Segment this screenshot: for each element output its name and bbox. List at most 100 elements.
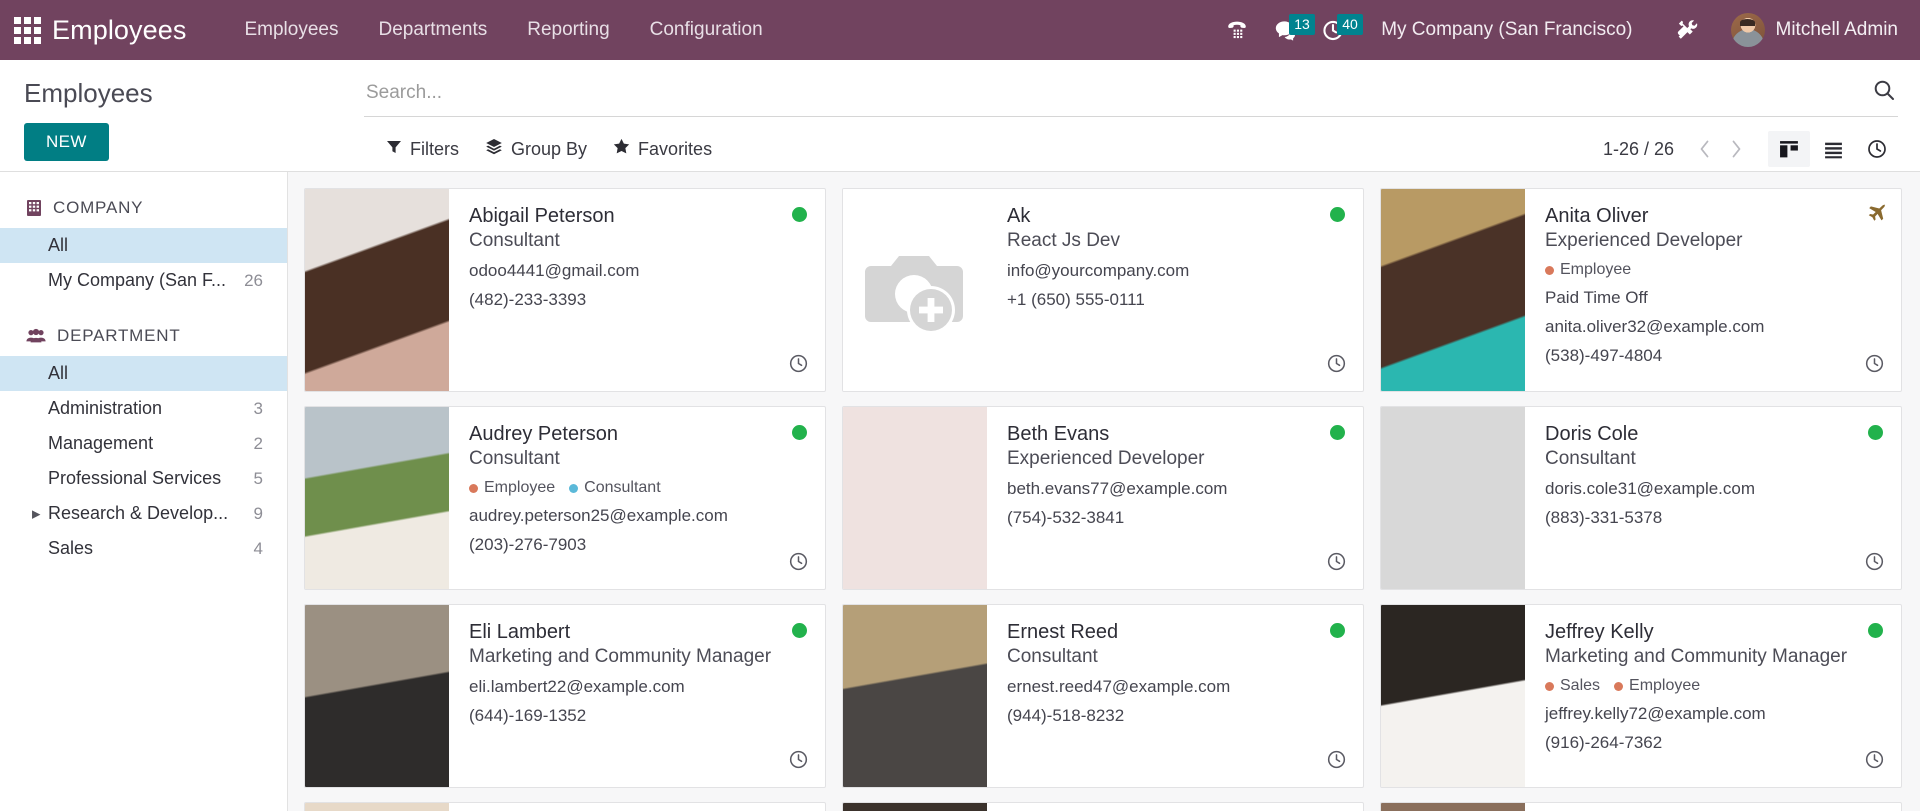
sidebar-company-all[interactable]: All (0, 228, 287, 263)
sidebar-item-label: Administration (48, 398, 163, 418)
activity-clock-icon[interactable] (788, 749, 809, 775)
employee-card[interactable]: Ak React Js Dev info@yourcompany.com +1 (65… (842, 188, 1364, 392)
view-kanban-button[interactable] (1768, 131, 1810, 167)
sidebar-company-my-company[interactable]: My Company (San F... 26 (0, 263, 287, 298)
pager-next-button[interactable] (1722, 134, 1750, 164)
employee-card[interactable]: Ernest Reed Consultant ernest.reed47@examp… (842, 604, 1364, 788)
employee-name: Doris Cole (1545, 423, 1639, 445)
groupby-label: Group By (511, 138, 588, 159)
employee-name: Beth Evans (1007, 423, 1110, 445)
tools-icon[interactable] (1665, 8, 1709, 52)
employee-phone: (482)-233-3393 (469, 290, 587, 309)
employee-job-title: Marketing and Community Manager (1545, 646, 1848, 667)
activity-clock-icon[interactable] (788, 551, 809, 577)
view-list-button[interactable] (1812, 131, 1854, 167)
employee-photo (305, 189, 449, 391)
status-badge (1868, 425, 1883, 440)
sidebar: COMPANY All My Company (San F... 26 DEPA… (0, 172, 288, 811)
employee-tag: Consultant (569, 479, 661, 497)
activity-clock-icon[interactable] (1326, 353, 1347, 379)
apps-grid-icon[interactable] (10, 13, 44, 47)
sidebar-item-count: 4 (253, 538, 263, 558)
activity-clock-icon[interactable] (1864, 551, 1885, 577)
employee-card[interactable]: Eli Lambert Marketing and Community Manag… (304, 604, 826, 788)
employee-photo (843, 605, 987, 787)
menu-item-configuration[interactable]: Configuration (630, 11, 783, 49)
employee-phone: (644)-169-1352 (469, 706, 587, 725)
favorites-label: Favorites (638, 138, 713, 159)
sidebar-department-management[interactable]: Management 2 (0, 426, 287, 461)
employee-phone: (203)-276-7903 (469, 535, 587, 554)
main-content: COMPANY All My Company (San F... 26 DEPA… (0, 172, 1920, 811)
star-icon (613, 138, 630, 160)
view-activity-button[interactable] (1856, 131, 1898, 167)
employee-phone: (883)-331-5378 (1545, 508, 1663, 527)
sidebar-department-administration[interactable]: Administration 3 (0, 391, 287, 426)
pager: 1-26 / 26 (1603, 134, 1750, 164)
sidebar-section-company: COMPANY (0, 186, 287, 228)
employee-phone: (916)-264-7362 (1545, 733, 1663, 752)
employee-card[interactable]: Anita Oliver Experienced Developer Employe… (1380, 188, 1902, 392)
employee-job-title: Consultant (469, 448, 560, 469)
app-brand-title[interactable]: Employees (52, 15, 186, 46)
employee-card[interactable]: Doris Cole Consultant doris.cole31@example… (1380, 406, 1902, 590)
activity-clock-icon[interactable] (788, 353, 809, 379)
menu-item-departments[interactable]: Departments (358, 11, 507, 49)
sidebar-department-professional-services[interactable]: Professional Services 5 (0, 461, 287, 496)
user-menu[interactable]: Mitchell Admin (1723, 13, 1898, 47)
sidebar-item-label: My Company (San F... (48, 270, 227, 290)
status-badge (1868, 623, 1883, 638)
employee-card[interactable]: Abigail Peterson Consultant odoo4441@gmail… (304, 188, 826, 392)
activity-clock-icon[interactable] (1326, 551, 1347, 577)
employee-job-title: Consultant (1007, 646, 1098, 667)
employee-card[interactable]: Keith Byrd (842, 802, 1364, 811)
activity-clock-icon[interactable] (1326, 749, 1347, 775)
status-badge (792, 207, 807, 222)
filter-icon (386, 139, 402, 160)
messages-icon[interactable]: 13 (1263, 8, 1315, 52)
menu-item-reporting[interactable]: Reporting (507, 11, 629, 49)
employee-name: Jeffrey Kelly (1545, 621, 1654, 643)
employee-card[interactable]: Jennie Fletcher (304, 802, 826, 811)
tag-label: Consultant (584, 479, 661, 496)
activities-clock-icon[interactable]: 40 (1311, 8, 1363, 52)
pager-previous-button[interactable] (1690, 134, 1718, 164)
employee-email: audrey.peterson25@example.com (469, 506, 728, 525)
favorites-dropdown[interactable]: Favorites (613, 138, 712, 160)
sidebar-department-sales[interactable]: Sales 4 (0, 531, 287, 566)
employee-name: Abigail Peterson (469, 205, 615, 227)
sidebar-item-label: Professional Services (48, 468, 222, 488)
filters-label: Filters (410, 138, 459, 159)
filters-dropdown[interactable]: Filters (386, 139, 459, 160)
chevron-right-icon[interactable]: ▶ (32, 507, 40, 520)
employee-card[interactable]: Marc Demo (1380, 802, 1902, 811)
status-badge (792, 623, 807, 638)
employee-email: doris.cole31@example.com (1545, 479, 1756, 498)
employee-photo (1381, 407, 1525, 589)
employee-photo (1381, 189, 1525, 391)
employee-card[interactable]: Audrey Peterson Consultant Employee Consult… (304, 406, 826, 590)
employee-tags: Employee Consultant (469, 479, 807, 497)
search-input[interactable] (366, 81, 1862, 104)
activity-clock-icon[interactable] (1864, 353, 1885, 379)
employee-card[interactable]: Beth Evans Experienced Developer beth.evan… (842, 406, 1364, 590)
employee-card-body: Ak React Js Dev info@yourcompany.com +1 (65… (987, 189, 1363, 391)
employee-job-title: Consultant (469, 230, 560, 251)
employee-card-body: Jeffrey Kelly Marketing and Community Man… (1525, 605, 1901, 787)
status-badge (1330, 207, 1345, 222)
dialpad-phone-icon[interactable] (1215, 8, 1259, 52)
view-switcher (1768, 131, 1898, 167)
new-button[interactable]: NEW (24, 123, 109, 161)
sidebar-department-research-development[interactable]: ▶ Research & Develop... 9 (0, 496, 287, 531)
search-icon[interactable] (1862, 78, 1896, 107)
menu-item-employees[interactable]: Employees (224, 11, 358, 49)
employee-card[interactable]: Jeffrey Kelly Marketing and Community Man… (1380, 604, 1902, 788)
employee-tags: Employee (1545, 261, 1883, 279)
employee-phone: +1 (650) 555-0111 (1007, 290, 1145, 309)
groupby-dropdown[interactable]: Group By (485, 138, 587, 161)
employee-email: anita.oliver32@example.com (1545, 317, 1765, 336)
activity-clock-icon[interactable] (1864, 749, 1885, 775)
sidebar-department-all[interactable]: All (0, 356, 287, 391)
company-switcher[interactable]: My Company (San Francisco) (1359, 19, 1650, 41)
employee-name: Audrey Peterson (469, 423, 618, 445)
